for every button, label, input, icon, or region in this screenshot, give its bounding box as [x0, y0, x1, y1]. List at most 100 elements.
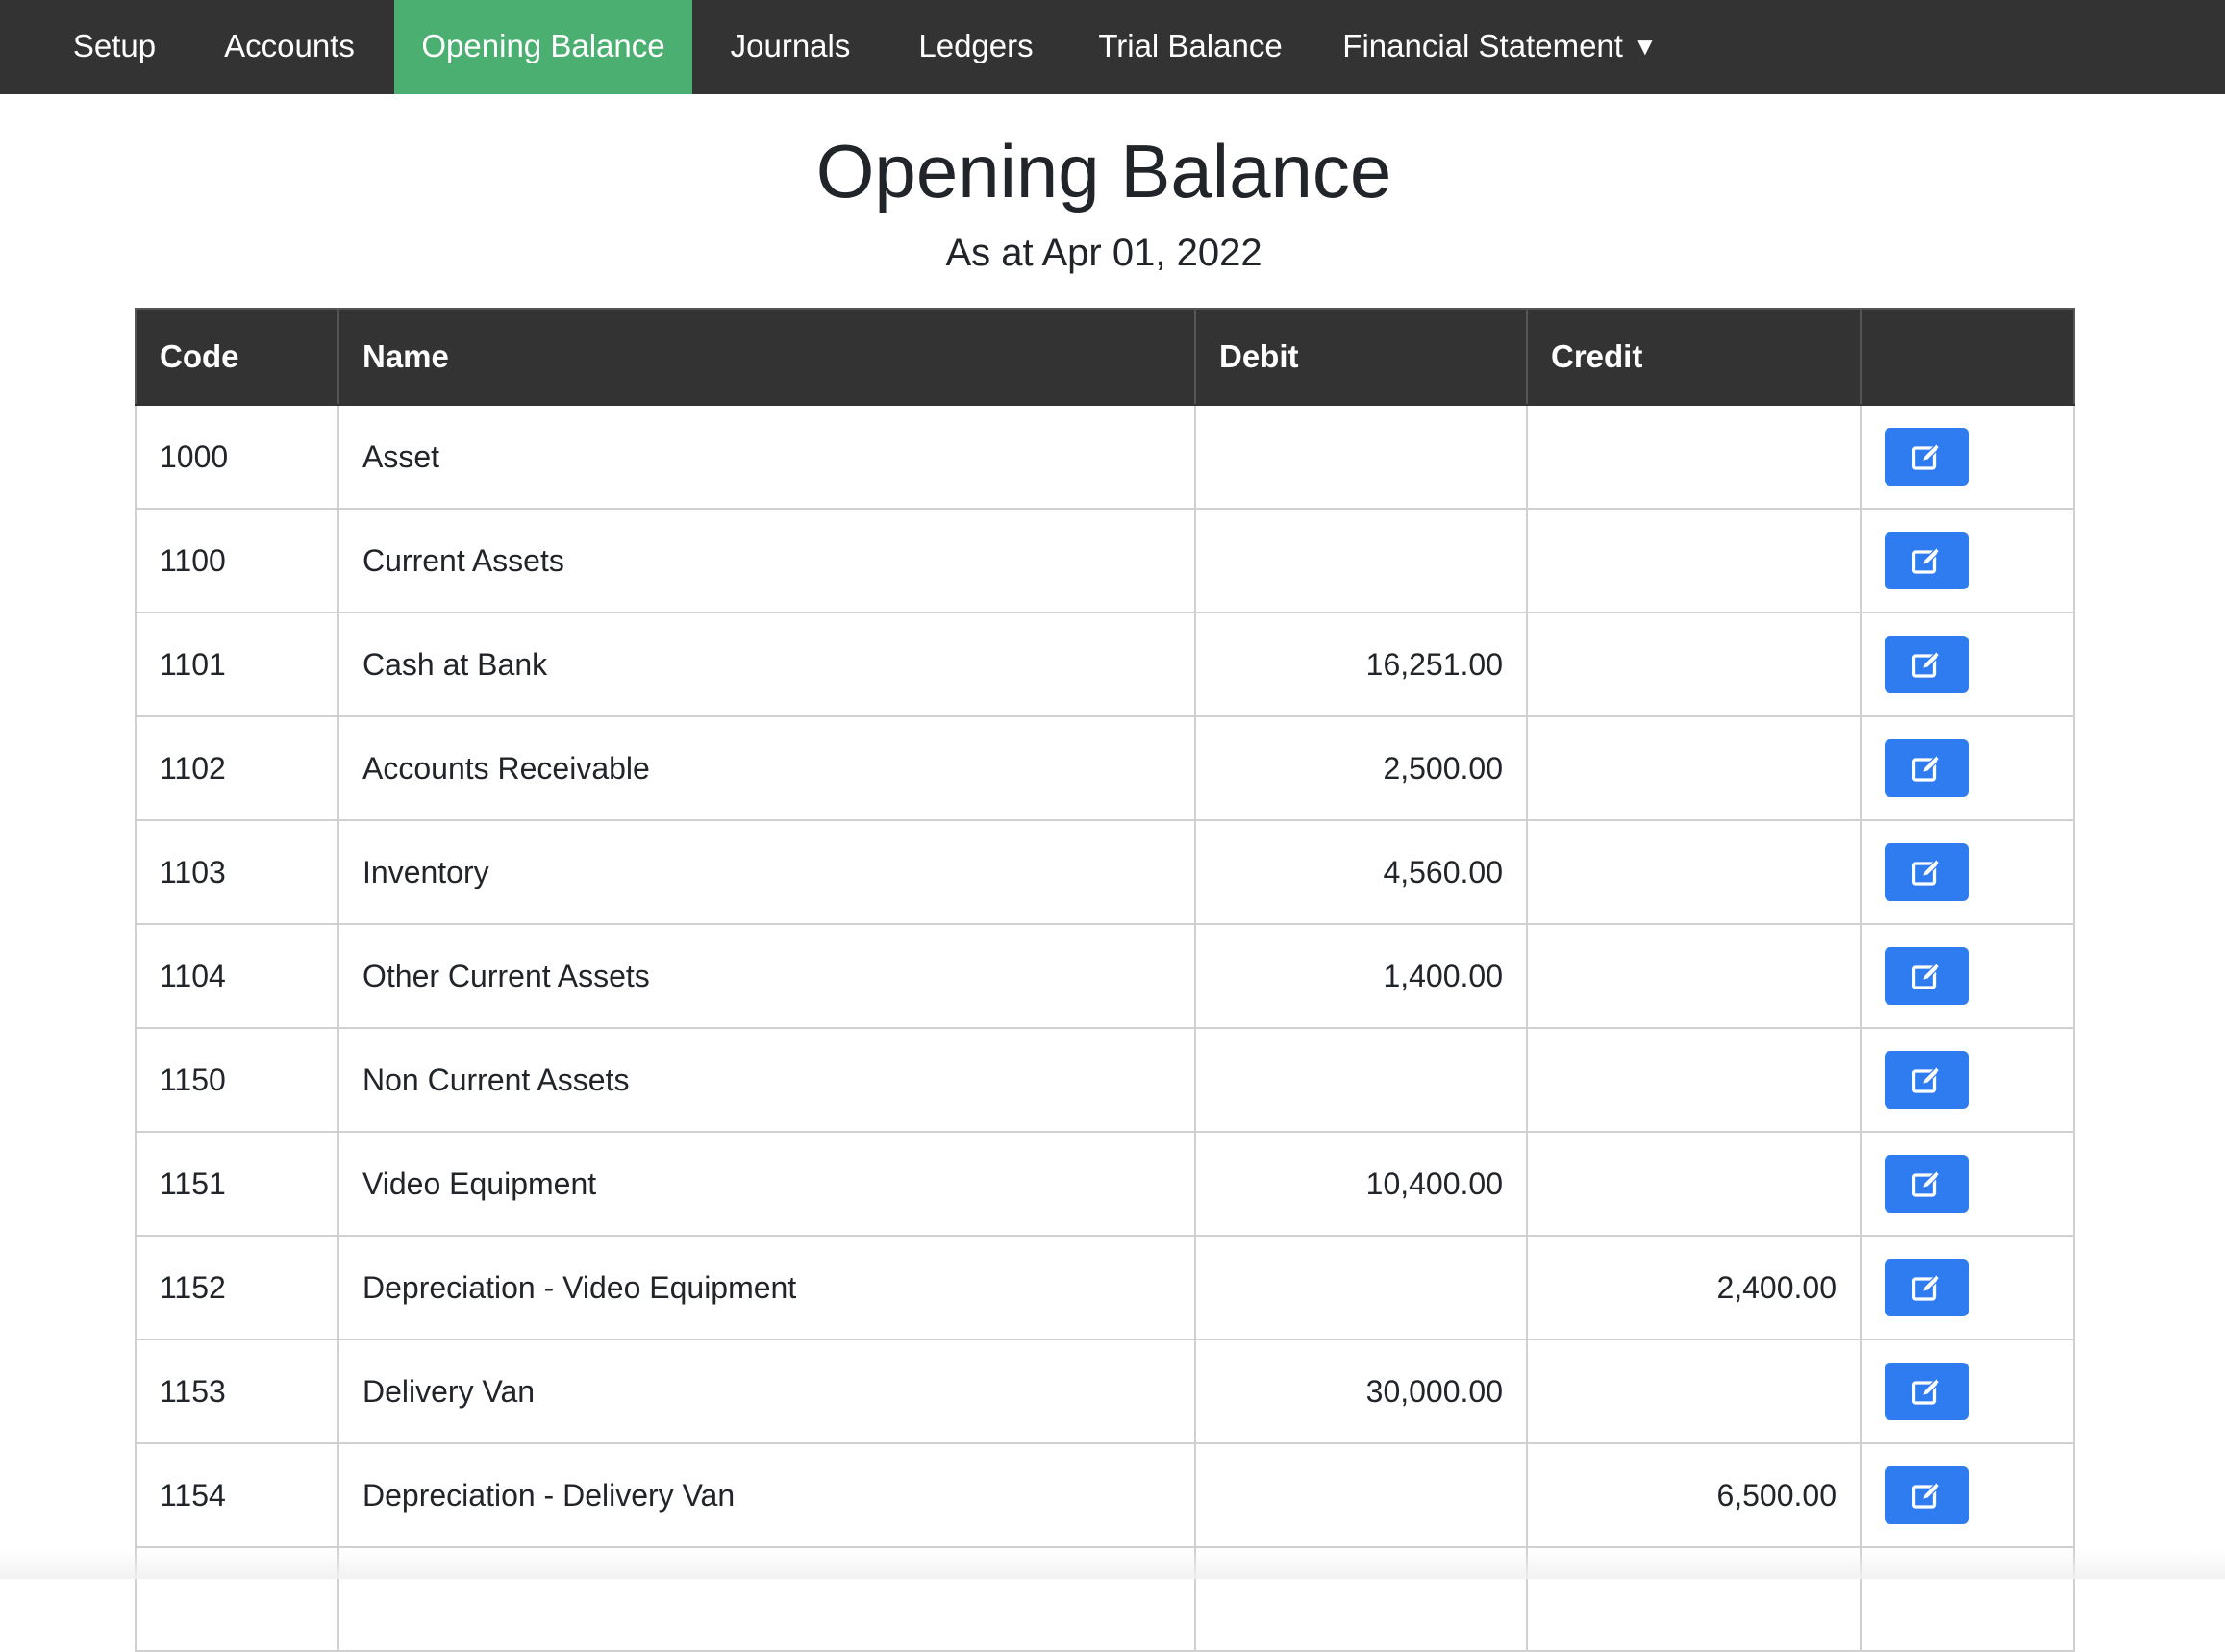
column-header-credit: Credit: [1526, 308, 1862, 406]
cell-debit: [1194, 1235, 1528, 1340]
nav-setup[interactable]: Setup: [42, 0, 187, 94]
cell-code: 1000: [135, 404, 339, 510]
cell-debit: 4,560.00: [1194, 819, 1528, 925]
nav-ledgers[interactable]: Ledgers: [898, 0, 1054, 94]
nav-financial-statement[interactable]: Financial Statement ▼: [1337, 0, 1663, 94]
cell-debit: 2,500.00: [1194, 715, 1528, 821]
cell-code: 1102: [135, 715, 339, 821]
edit-button[interactable]: [1885, 739, 1969, 797]
cell-action: [1860, 508, 2075, 613]
edit-button[interactable]: [1885, 947, 1969, 1005]
cell-debit: [1194, 1027, 1528, 1133]
edit-button[interactable]: [1885, 1363, 1969, 1420]
edit-button[interactable]: [1885, 428, 1969, 486]
cell-debit: 1,400.00: [1194, 923, 1528, 1029]
edit-icon: [1912, 754, 1941, 782]
edit-button[interactable]: [1885, 532, 1969, 589]
opening-balance-table: Code Name Debit Credit 1000 Asset 1100 C…: [135, 308, 2075, 1652]
cell-code: 1154: [135, 1442, 339, 1548]
table-row: 1101 Cash at Bank 16,251.00: [135, 612, 2075, 717]
cell-name: Asset: [338, 404, 1196, 510]
cell-action: [1860, 819, 2075, 925]
cell-credit: [1526, 715, 1862, 821]
cell-credit: [1526, 819, 1862, 925]
edit-icon: [1912, 1169, 1941, 1197]
cell-action: [1860, 715, 2075, 821]
edit-icon: [1912, 1481, 1941, 1509]
cell-debit: [1194, 404, 1528, 510]
cell-code: 1153: [135, 1339, 339, 1444]
nav-accounts[interactable]: Accounts: [204, 0, 375, 94]
column-header-action: [1860, 308, 2075, 406]
edit-button[interactable]: [1885, 636, 1969, 693]
table-row: 1102 Accounts Receivable 2,500.00: [135, 715, 2075, 821]
cell-name: Non Current Assets: [338, 1027, 1196, 1133]
cell-debit: [1194, 1442, 1528, 1548]
cell-name: Delivery Van: [338, 1339, 1196, 1444]
table-row: 1000 Asset: [135, 404, 2075, 510]
edit-button[interactable]: [1885, 1051, 1969, 1109]
table-row: 1100 Current Assets: [135, 508, 2075, 613]
cell-debit: 16,251.00: [1194, 612, 1528, 717]
cell-credit: [1526, 1339, 1862, 1444]
edit-button[interactable]: [1885, 1466, 1969, 1524]
cell-credit: 2,400.00: [1526, 1235, 1862, 1340]
cell-credit: [1526, 923, 1862, 1029]
edit-button[interactable]: [1885, 1259, 1969, 1316]
table-row: 1152 Depreciation - Video Equipment 2,40…: [135, 1235, 2075, 1340]
cell-credit: [1526, 404, 1862, 510]
cell-code: 1100: [135, 508, 339, 613]
page-subtitle: As at Apr 01, 2022: [945, 232, 1262, 274]
nav-journals[interactable]: Journals: [712, 0, 869, 94]
page-title: Opening Balance: [815, 129, 1392, 213]
table-body: 1000 Asset 1100 Current Assets 1101 Cash…: [135, 404, 2075, 1652]
bottom-fade: [0, 1550, 2225, 1579]
edit-icon: [1912, 650, 1941, 678]
cell-debit: 30,000.00: [1194, 1339, 1528, 1444]
table-row: 1151 Video Equipment 10,400.00: [135, 1131, 2075, 1237]
edit-button[interactable]: [1885, 843, 1969, 901]
cell-credit: [1526, 1027, 1862, 1133]
cell-credit: [1526, 508, 1862, 613]
edit-icon: [1912, 962, 1941, 989]
column-header-name: Name: [338, 308, 1196, 406]
table-row: 1153 Delivery Van 30,000.00: [135, 1339, 2075, 1444]
cell-code: 1150: [135, 1027, 339, 1133]
cell-name: Depreciation - Video Equipment: [338, 1235, 1196, 1340]
nav-financial-statement-label: Financial Statement: [1342, 28, 1623, 63]
edit-button[interactable]: [1885, 1155, 1969, 1213]
cell-code: 1103: [135, 819, 339, 925]
cell-name: Current Assets: [338, 508, 1196, 613]
column-header-debit: Debit: [1194, 308, 1528, 406]
nav-trial-balance[interactable]: Trial Balance: [1085, 0, 1296, 94]
nav-opening-balance[interactable]: Opening Balance: [394, 0, 692, 94]
table-row: 1150 Non Current Assets: [135, 1027, 2075, 1133]
cell-action: [1860, 1235, 2075, 1340]
table-row: 1154 Depreciation - Delivery Van 6,500.0…: [135, 1442, 2075, 1548]
cell-name: Accounts Receivable: [338, 715, 1196, 821]
cell-action: [1860, 404, 2075, 510]
edit-icon: [1912, 546, 1941, 574]
cell-name: Other Current Assets: [338, 923, 1196, 1029]
cell-code: 1152: [135, 1235, 339, 1340]
cell-name: Cash at Bank: [338, 612, 1196, 717]
top-navbar: Setup Accounts Opening Balance Journals …: [0, 0, 2225, 94]
column-header-code: Code: [135, 308, 339, 406]
cell-action: [1860, 1027, 2075, 1133]
cell-code: 1104: [135, 923, 339, 1029]
cell-name: Video Equipment: [338, 1131, 1196, 1237]
cell-action: [1860, 612, 2075, 717]
table-row: 1103 Inventory 4,560.00: [135, 819, 2075, 925]
cell-credit: 6,500.00: [1526, 1442, 1862, 1548]
cell-debit: [1194, 508, 1528, 613]
edit-icon: [1912, 1377, 1941, 1405]
cell-debit: 10,400.00: [1194, 1131, 1528, 1237]
cell-code: 1151: [135, 1131, 339, 1237]
table-header-row: Code Name Debit Credit: [135, 308, 2075, 406]
edit-icon: [1912, 858, 1941, 886]
cell-action: [1860, 1442, 2075, 1548]
cell-action: [1860, 1131, 2075, 1237]
cell-credit: [1526, 612, 1862, 717]
edit-icon: [1912, 442, 1941, 470]
caret-down-icon: ▼: [1632, 32, 1658, 61]
